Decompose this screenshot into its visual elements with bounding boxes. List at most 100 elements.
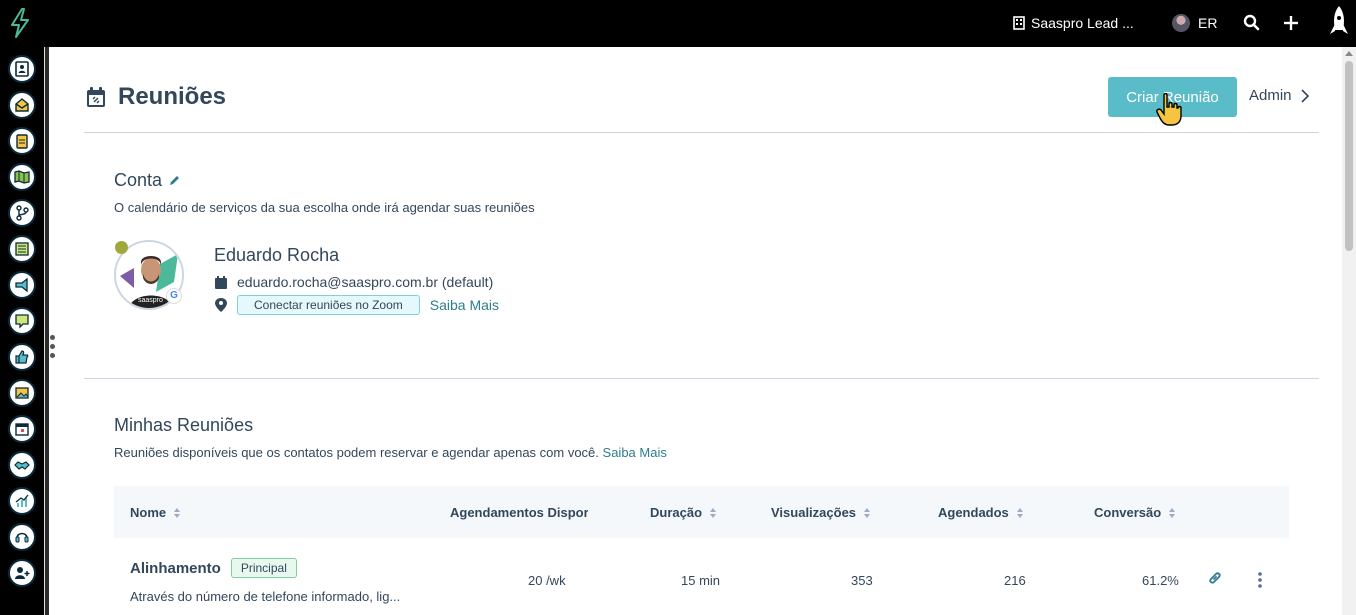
primary-badge: Principal: [230, 558, 297, 578]
sidebar-item-campaigns[interactable]: [8, 271, 36, 299]
sidebar-item-support[interactable]: [8, 523, 36, 551]
add-user-icon: [15, 567, 30, 579]
rocket-icon[interactable]: [1326, 4, 1352, 40]
column-views-label: Visualizações: [771, 505, 857, 520]
sidebar-item-conversations[interactable]: [8, 307, 36, 335]
sort-icon: [174, 507, 181, 518]
meetings-description-text: Reuniões disponíveis que os contatos pod…: [114, 445, 599, 460]
google-icon: G: [166, 288, 182, 304]
account-section-title: Conta: [114, 170, 181, 191]
sidebar-item-reputation[interactable]: [8, 343, 36, 371]
lightning-logo-icon[interactable]: [8, 8, 32, 38]
plus-icon[interactable]: [1281, 13, 1301, 33]
meeting-name[interactable]: Alinhamento: [130, 560, 221, 577]
calendar-link-icon: [87, 87, 105, 107]
sidebar-item-calendars[interactable]: [8, 415, 36, 443]
scroll-up-arrow-icon[interactable]: [1345, 51, 1353, 56]
meetings-section-title: Minhas Reuniões: [114, 415, 254, 435]
account-title: Conta: [114, 170, 163, 190]
column-header-name[interactable]: Nome: [130, 505, 181, 520]
sidebar-item-inbox[interactable]: [8, 91, 36, 119]
building-icon: [1013, 16, 1025, 30]
meetings-description: Reuniões disponíveis que os contatos pod…: [114, 445, 667, 460]
vertical-scrollbar[interactable]: [1342, 47, 1356, 615]
svg-text:saaspro: saaspro: [138, 297, 163, 304]
sort-icon: [1169, 507, 1176, 518]
calendar-icon: [15, 423, 29, 436]
drag-dots-icon: [50, 335, 55, 362]
column-conversion-label: Conversão: [1094, 505, 1162, 520]
sidebar-item-lists[interactable]: [8, 235, 36, 263]
handshake-icon: [14, 461, 30, 470]
chevron-right-icon: [1300, 88, 1309, 103]
sort-icon: [1016, 507, 1023, 518]
headset-icon: [15, 532, 29, 543]
calendar-icon: [215, 275, 227, 289]
sidebar-item-workflows[interactable]: [8, 199, 36, 227]
column-header-duration[interactable]: Duração: [650, 505, 717, 520]
page-title: Reuniões: [118, 83, 227, 110]
sidebar-resize-handle[interactable]: [44, 47, 60, 615]
sidebar-item-tasks[interactable]: [8, 127, 36, 155]
chat-icon: [15, 314, 29, 329]
column-availability-label: Agendamentos Dispor: [450, 505, 588, 520]
search-icon[interactable]: [1242, 13, 1262, 33]
more-options-icon[interactable]: [1256, 571, 1264, 589]
copy-link-icon[interactable]: [1208, 571, 1222, 585]
image-icon: [15, 387, 29, 399]
column-booked-label: Agendados: [938, 505, 1009, 520]
meeting-conversion: 61.2%: [1142, 573, 1179, 588]
splitter-bar: [45, 47, 49, 615]
top-navigation-bar: Saaspro Lead ... ER: [0, 0, 1356, 47]
meeting-duration: 15 min: [681, 573, 721, 588]
learn-more-link[interactable]: Saiba Mais: [430, 297, 499, 313]
account-email-row: eduardo.rocha@saaspro.com.br (default): [215, 274, 493, 290]
account-name: Eduardo Rocha: [214, 245, 340, 265]
scrollbar-thumb[interactable]: [1345, 61, 1353, 251]
meeting-booked: 216: [1004, 573, 1026, 588]
column-name-label: Nome: [130, 505, 167, 520]
pencil-icon[interactable]: [168, 174, 181, 187]
column-header-availability[interactable]: Agendamentos Dispor: [450, 505, 588, 520]
sidebar-item-contacts[interactable]: [8, 55, 36, 83]
workflow-icon: [16, 205, 29, 221]
sort-icon: [864, 507, 871, 518]
sort-icon: [710, 507, 717, 518]
account-description: O calendário de serviços da sua escolha …: [114, 200, 535, 215]
user-initials: ER: [1198, 15, 1218, 31]
meeting-availability: 20 /wk: [528, 573, 566, 588]
hand-cursor-icon: [1156, 93, 1182, 126]
section-divider: [84, 378, 1319, 379]
account-email: eduardo.rocha@saaspro.com.br (default): [237, 274, 494, 290]
sidebar-item-map[interactable]: [8, 163, 36, 191]
meetings-learn-more-link[interactable]: Saiba Mais: [603, 445, 667, 460]
location-pin-icon: [215, 298, 227, 312]
admin-label: Admin: [1249, 87, 1292, 104]
organization-switcher[interactable]: Saaspro Lead ...: [1013, 15, 1134, 31]
map-icon: [14, 170, 30, 184]
account-zoom-row: Conectar reuniões no Zoom Saiba Mais: [215, 295, 499, 315]
column-header-conversion[interactable]: Conversão: [1094, 505, 1176, 520]
contacts-icon: [15, 61, 29, 77]
thumbs-up-icon: [15, 350, 29, 364]
megaphone-icon: [15, 277, 28, 293]
column-header-booked[interactable]: Agendados: [938, 505, 1023, 520]
meetings-table-header: Nome Agendamentos Dispor Duração Visuali…: [114, 486, 1289, 538]
status-indicator: [115, 241, 128, 254]
admin-link[interactable]: Admin: [1249, 87, 1310, 104]
column-header-views[interactable]: Visualizações: [771, 505, 871, 520]
sidebar-item-media[interactable]: [8, 379, 36, 407]
user-menu[interactable]: ER: [1172, 14, 1217, 32]
clipboard-icon: [16, 134, 28, 149]
sidebar-item-deals[interactable]: [8, 451, 36, 479]
header-divider: [84, 132, 1319, 133]
meeting-name-cell: Alinhamento Principal: [130, 558, 297, 578]
sidebar-item-team[interactable]: [8, 559, 36, 587]
column-duration-label: Duração: [650, 505, 703, 520]
chart-icon: [15, 494, 29, 507]
sidebar-item-reports[interactable]: [8, 487, 36, 515]
user-avatar: [1172, 14, 1190, 32]
left-sidebar: [0, 47, 44, 615]
organization-name: Saaspro Lead ...: [1031, 15, 1134, 31]
connect-zoom-button[interactable]: Conectar reuniões no Zoom: [237, 295, 420, 315]
